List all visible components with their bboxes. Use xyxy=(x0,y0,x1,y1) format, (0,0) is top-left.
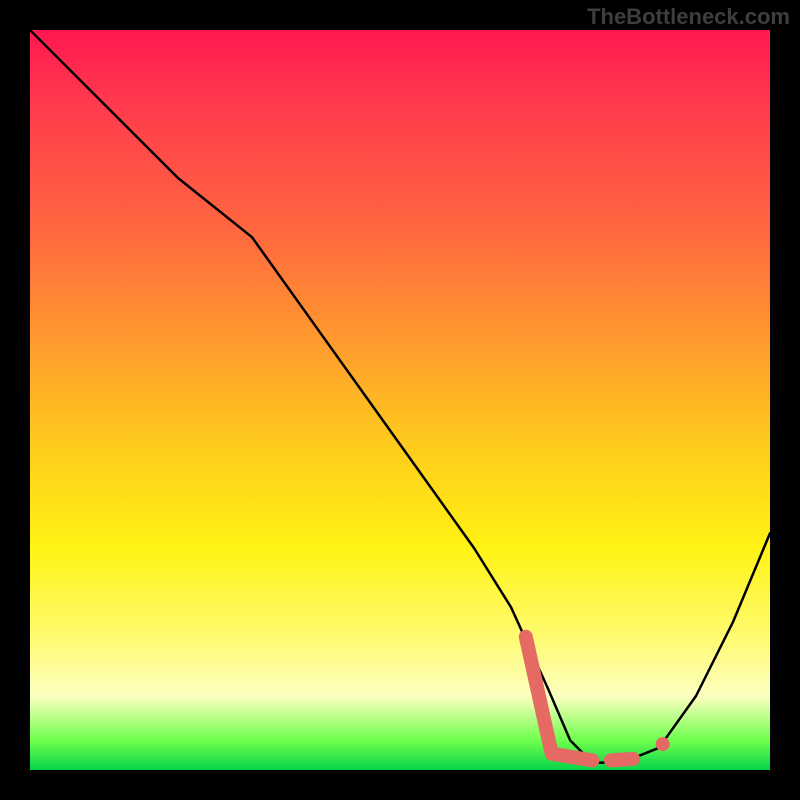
chart-overlay xyxy=(30,30,770,770)
plot-area xyxy=(30,30,770,770)
watermark-text: TheBottleneck.com xyxy=(587,4,790,30)
bottleneck-curve-line xyxy=(30,30,770,763)
optimal-range-marker xyxy=(526,637,670,761)
chart-frame: TheBottleneck.com xyxy=(0,0,800,800)
